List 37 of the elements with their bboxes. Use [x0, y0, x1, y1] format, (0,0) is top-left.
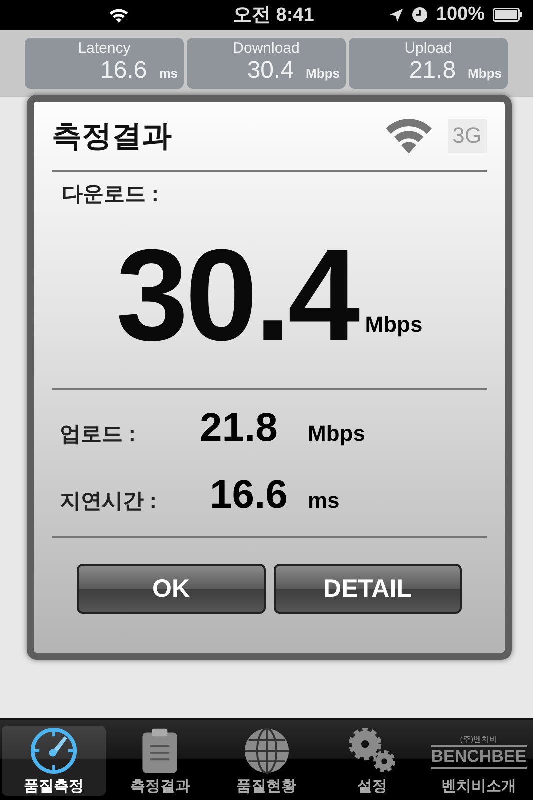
tile-label: Latency: [78, 40, 131, 57]
download-value: 30.4: [116, 230, 358, 360]
battery-icon: [493, 8, 523, 22]
tab[interactable]: (주)벤치비 BENCHBEE 벤치비소개: [426, 726, 532, 796]
status-time: 오전 8:41: [233, 4, 314, 28]
location-icon: [389, 8, 404, 22]
download-label: 다운로드 :: [62, 182, 159, 208]
metric-unit: Mbps: [308, 421, 366, 447]
tab[interactable]: 설정: [320, 726, 425, 796]
tile-unit: ms: [159, 66, 178, 81]
tab[interactable]: 품질측정: [2, 726, 106, 796]
metric-value: 21.8: [200, 406, 279, 451]
brand-logo: (주)벤치비 BENCHBEE: [431, 727, 527, 775]
tile-label: Upload: [404, 40, 452, 57]
dialog-title: 측정결과: [52, 118, 172, 154]
tile-value: 21.8: [409, 57, 456, 85]
tab[interactable]: 측정결과: [108, 726, 212, 796]
globe-icon: [242, 727, 290, 775]
download-unit: Mbps: [365, 312, 423, 338]
tile-label: Download: [233, 40, 300, 57]
clock-icon: [412, 7, 428, 23]
wifi-icon: [108, 6, 130, 24]
tab[interactable]: 품질현황: [214, 726, 319, 796]
gauge-icon: [30, 727, 78, 775]
tile-unit: Mbps: [306, 66, 340, 81]
metric-label: 업로드 :: [60, 422, 137, 448]
ok-button[interactable]: OK: [77, 564, 266, 614]
detail-button[interactable]: DETAIL: [274, 564, 462, 614]
tile-value: 30.4: [247, 57, 294, 85]
tile-unit: Mbps: [468, 66, 502, 81]
network-badge: 3G: [448, 119, 487, 153]
tile-value: 16.6: [100, 57, 148, 85]
clipboard-icon: [140, 727, 180, 775]
metric-label: 지연시간 :: [60, 489, 158, 515]
metric-value: 16.6: [210, 473, 289, 518]
battery-percent: 100%: [436, 4, 485, 26]
metric-unit: ms: [308, 488, 340, 514]
